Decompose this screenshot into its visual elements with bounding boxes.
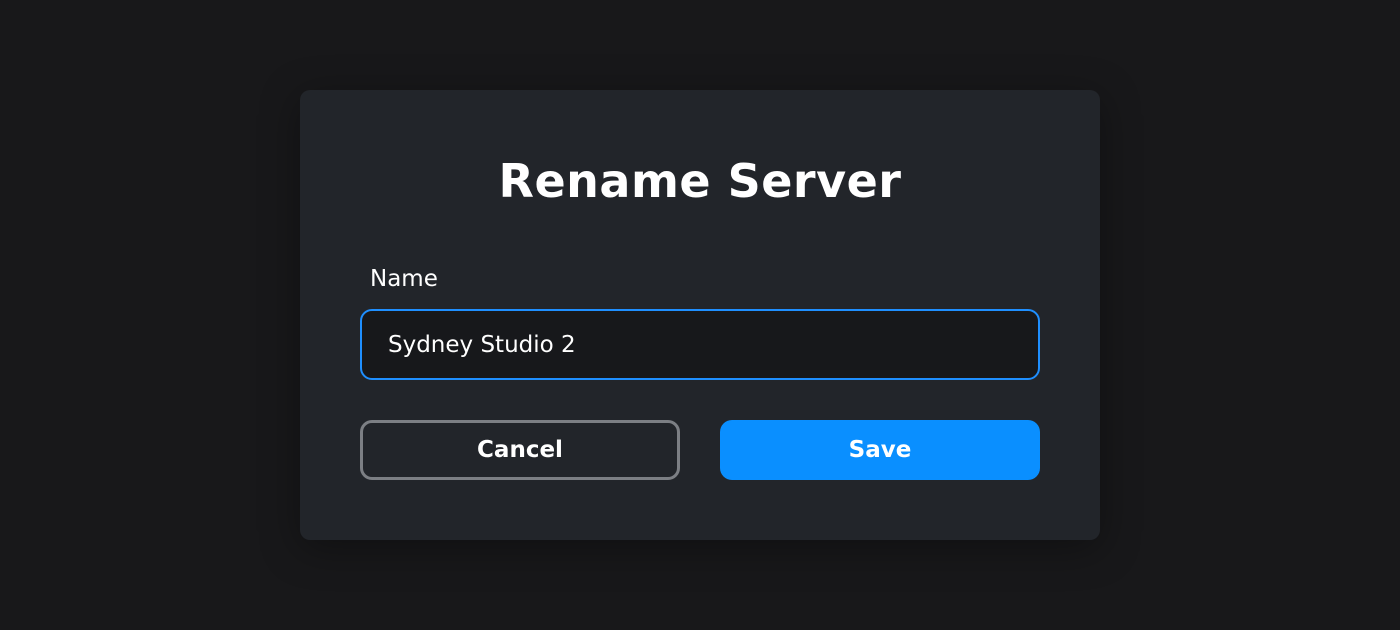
cancel-button[interactable]: Cancel [360,420,680,480]
server-name-input[interactable] [360,309,1040,380]
save-button[interactable]: Save [720,420,1040,480]
modal-backdrop: Rename Server Name Cancel Save [0,0,1400,630]
rename-server-dialog: Rename Server Name Cancel Save [300,90,1100,540]
name-field-label: Name [370,266,438,292]
dialog-title: Rename Server [498,154,902,208]
